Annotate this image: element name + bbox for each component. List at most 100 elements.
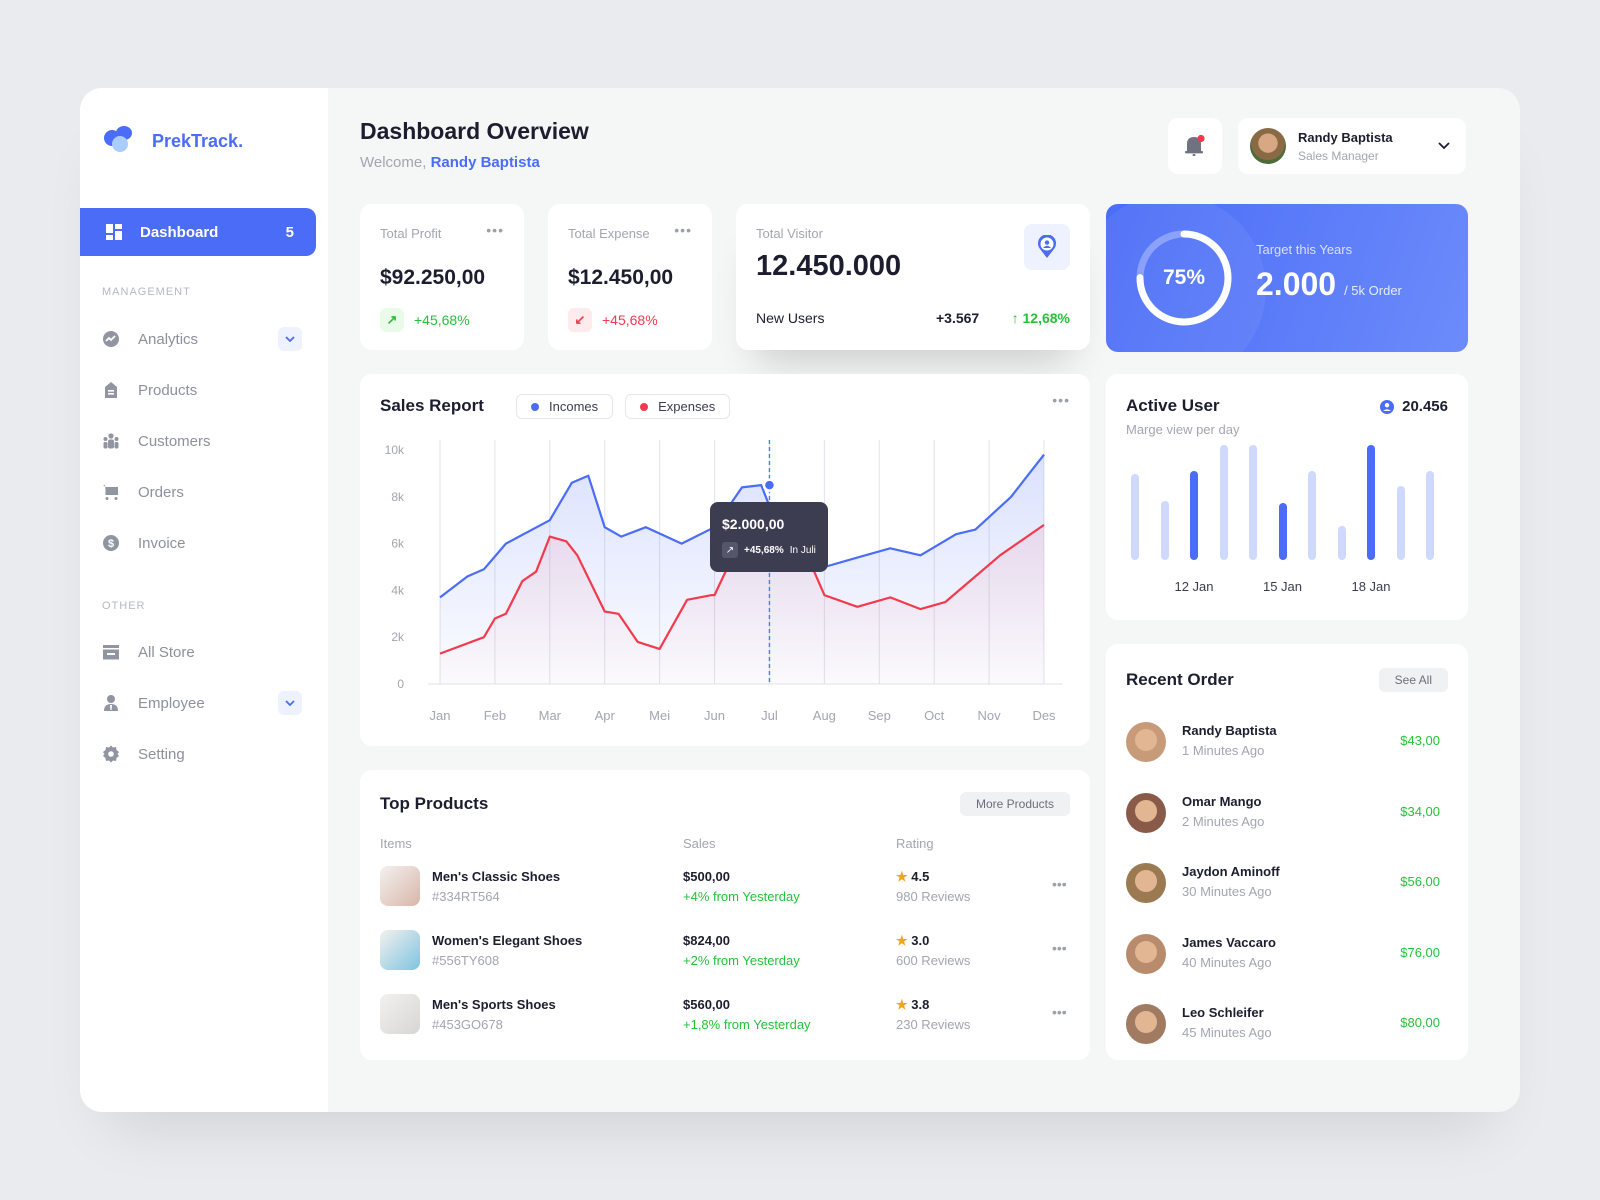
welcome-prefix: Welcome, — [360, 154, 427, 171]
new-users-change: ↑ 12,68% — [1012, 310, 1070, 326]
y-tick-label: 8k — [391, 490, 405, 504]
order-row[interactable]: Omar Mango 2 Minutes Ago $34,00 — [1126, 791, 1440, 835]
customers-icon — [102, 432, 120, 450]
active-user-bar[interactable] — [1396, 486, 1405, 560]
sidebar: PrekTrack. Dashboard 5 MANAGEMENT Analyt… — [80, 88, 328, 1112]
bell-icon — [1185, 134, 1205, 156]
x-tick-label: Jun — [704, 708, 725, 723]
order-time: 1 Minutes Ago — [1182, 743, 1265, 758]
sidebar-item-label: Analytics — [138, 330, 199, 348]
active-user-bar[interactable] — [1190, 471, 1198, 560]
order-time: 45 Minutes Ago — [1182, 1025, 1272, 1040]
y-tick-label: 0 — [397, 677, 404, 691]
product-rating: ★ 3.0 — [896, 933, 929, 949]
store-icon — [102, 643, 120, 661]
total-expense-card: Total Expense ••• $12.450,00 ↙ +45,68% — [548, 204, 712, 350]
change-value: 12,68% — [1022, 310, 1070, 326]
stat-label: Total Expense — [568, 226, 650, 241]
column-header-items: Items — [380, 836, 412, 851]
customer-name: Randy Baptista — [1182, 723, 1277, 738]
rating-value: 3.0 — [911, 933, 930, 948]
active-user-bar[interactable] — [1131, 474, 1139, 560]
stat-change: +45,68% — [414, 312, 470, 328]
x-tick-label: Mar — [539, 708, 562, 723]
logo-icon — [104, 126, 134, 156]
user-name: Randy Baptista — [1298, 129, 1393, 145]
order-time: 40 Minutes Ago — [1182, 954, 1272, 970]
sales-report-card: Sales Report Incomes Expenses ••• Jan Feb… — [360, 374, 1090, 746]
welcome-text: Welcome, Randy Baptista — [360, 154, 540, 171]
total-profit-card: Total Profit ••• $92.250,00 ↗ +45,68% — [360, 204, 524, 350]
sidebar-item-label: Products — [138, 381, 198, 399]
user-icon — [1380, 399, 1395, 414]
rating-value: 4.5 — [911, 869, 930, 884]
active-user-bar[interactable] — [1308, 471, 1316, 560]
more-options-icon[interactable]: ••• — [674, 222, 692, 238]
brand-logo[interactable]: PrekTrack. — [104, 126, 243, 156]
sidebar-item-orders[interactable]: Orders — [102, 477, 302, 507]
order-row[interactable]: Jaydon Aminoff 30 Minutes Ago $56,00 — [1126, 861, 1440, 905]
bar-axis-label: 18 Jan — [1351, 579, 1391, 594]
rating-value: 3.8 — [911, 997, 930, 1012]
more-options-icon[interactable]: ••• — [1052, 940, 1067, 956]
product-name: Men's Sports Shoes — [432, 997, 556, 1012]
stat-label: Total Visitor — [756, 226, 823, 241]
avatar — [1126, 933, 1166, 974]
more-options-icon[interactable]: ••• — [1052, 1004, 1067, 1020]
sidebar-item-all-store[interactable]: All Store — [102, 637, 302, 667]
section-label-management: MANAGEMENT — [102, 286, 191, 298]
user-profile-menu[interactable]: Randy Baptista Sales Manager — [1238, 118, 1466, 174]
notifications-button[interactable] — [1168, 118, 1222, 174]
sidebar-item-label: Orders — [138, 483, 184, 501]
card-title: Recent Order — [1126, 670, 1234, 689]
arrow-up-right-icon: ↗ — [380, 308, 404, 332]
sidebar-item-label: All Store — [138, 643, 195, 661]
active-user-bar[interactable] — [1367, 445, 1375, 560]
order-time: 30 Minutes Ago — [1182, 884, 1272, 899]
active-user-card: Active User Marge view per day 20.456 12… — [1106, 374, 1468, 620]
product-name: Women's Elegant Shoes — [432, 933, 583, 948]
active-user-bar[interactable] — [1219, 445, 1228, 560]
active-user-bar[interactable] — [1249, 445, 1257, 560]
brand-name: PrekTrack. — [152, 130, 244, 151]
active-user-bar[interactable] — [1337, 526, 1346, 560]
chevron-down-icon[interactable] — [1438, 142, 1450, 150]
sidebar-item-dashboard[interactable]: Dashboard 5 — [80, 208, 316, 256]
chevron-down-icon[interactable] — [278, 327, 302, 351]
sidebar-item-products[interactable]: Products — [102, 375, 302, 405]
more-options-icon[interactable]: ••• — [1052, 876, 1067, 892]
order-amount: $76,00 — [1400, 944, 1440, 960]
y-tick-label: 10k — [385, 443, 405, 457]
active-user-bar[interactable] — [1278, 503, 1287, 560]
analytics-icon — [102, 330, 120, 348]
active-user-bar[interactable] — [1426, 471, 1434, 560]
order-row[interactable]: Randy Baptista 1 Minutes Ago $43,00 — [1126, 720, 1440, 764]
invoice-icon: $ — [102, 534, 120, 552]
sidebar-item-employee[interactable]: Employee — [102, 688, 302, 718]
new-users-label: New Users — [756, 310, 825, 326]
product-row[interactable]: Men's Sports Shoes #453GO678 $560,00 +1,… — [380, 994, 1086, 1038]
new-users-value: +3.567 — [936, 310, 980, 326]
sidebar-item-setting[interactable]: Setting — [102, 739, 302, 769]
stat-value: $12.450,00 — [568, 266, 674, 289]
sidebar-item-customers[interactable]: Customers — [102, 426, 302, 456]
more-options-icon[interactable]: ••• — [486, 222, 504, 238]
active-user-bar[interactable] — [1160, 501, 1169, 560]
order-row[interactable]: James Vaccaro 40 Minutes Ago $76,00 — [1126, 932, 1440, 976]
sidebar-item-label: Invoice — [138, 534, 186, 552]
chevron-down-icon[interactable] — [278, 691, 302, 715]
bar-axis-label: 12 Jan — [1174, 579, 1214, 594]
card-title: Top Products — [380, 794, 489, 813]
customer-name: Leo Schleifer — [1182, 1005, 1264, 1020]
column-header-rating: Rating — [896, 836, 934, 851]
product-row[interactable]: Women's Elegant Shoes #556TY608 $824,00 … — [380, 930, 1086, 974]
product-thumbnail — [380, 866, 420, 906]
more-products-button[interactable]: More Products — [959, 792, 1070, 816]
see-all-button[interactable]: See All — [1378, 668, 1448, 692]
product-row[interactable]: Men's Classic Shoes #334RT564 $500,00 +4… — [380, 866, 1086, 910]
product-sales: $824,00 — [683, 933, 730, 948]
sidebar-item-invoice[interactable]: $ Invoice — [102, 528, 302, 558]
sidebar-item-analytics[interactable]: Analytics — [102, 324, 302, 354]
order-row[interactable]: Leo Schleifer 45 Minutes Ago $80,00 — [1126, 1002, 1440, 1046]
product-sales-change: +4% from Yesterday — [683, 889, 800, 904]
